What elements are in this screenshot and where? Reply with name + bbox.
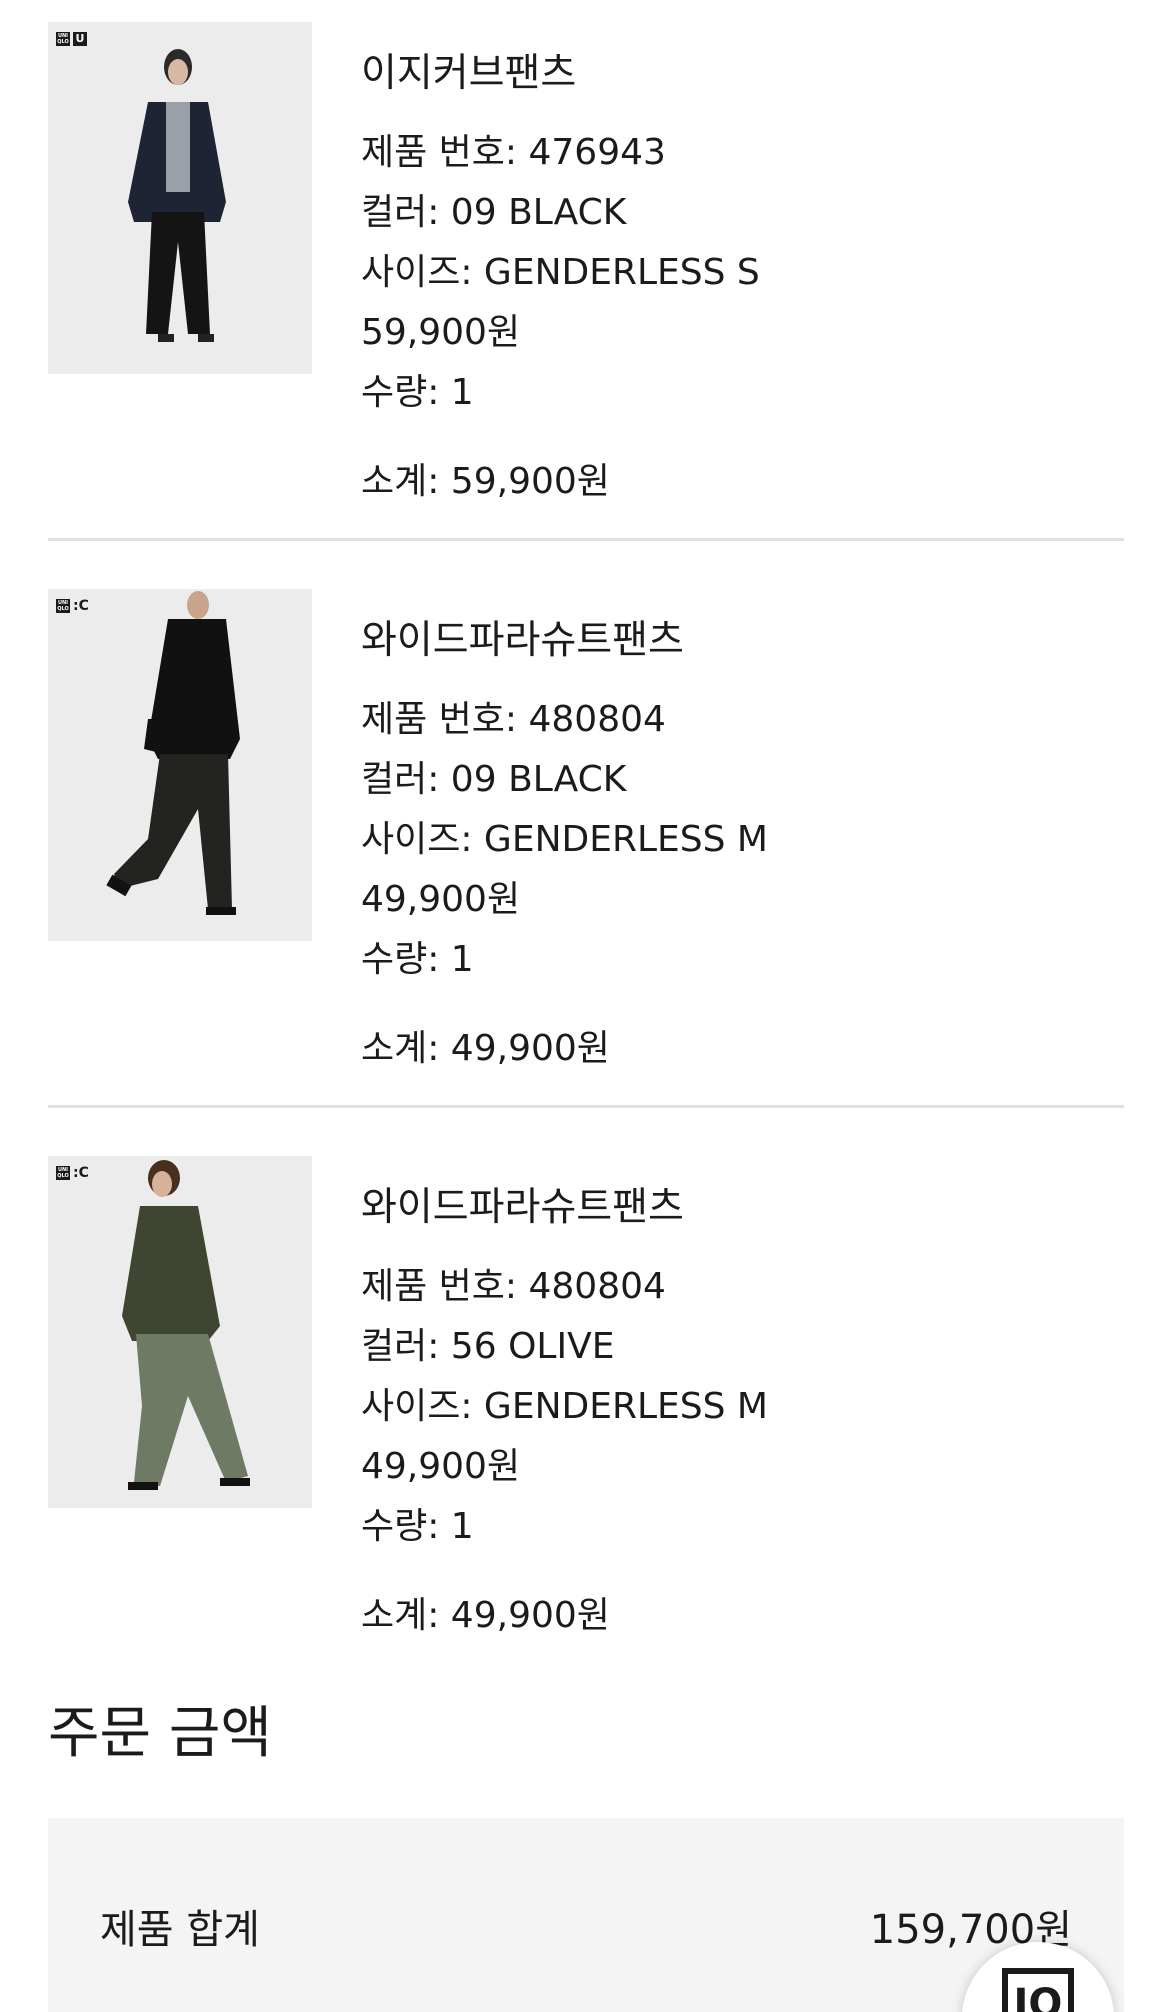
product-size: 사이즈: GENDERLESS M: [361, 819, 768, 860]
product-name[interactable]: 이지커브팬츠: [361, 54, 576, 94]
product-name[interactable]: 와이드파라슈트팬츠: [361, 621, 684, 661]
product-number: 제품 번호: 480804: [361, 1266, 666, 1307]
product-price: 59,900원: [361, 312, 521, 353]
product-image[interactable]: UNI QLO U: [48, 22, 312, 374]
logo-bottom: QLO: [57, 606, 69, 612]
chatbot-icon: IQ: [1002, 1968, 1074, 2012]
product-name[interactable]: 와이드파라슈트팬츠: [361, 1188, 684, 1228]
page: UNI QLO U 이지커브팬츠 제품 번호: 476943 컬러: 09 BL…: [0, 0, 1170, 2012]
uniqlo-logo-icon: UNI QLO: [56, 1166, 70, 1180]
cart-item: UNI QLO :C 와이드파라슈트팬츠 제품 번호: 480804 컬러: 5…: [48, 1156, 1124, 1636]
uniqlo-logo-icon: UNI QLO: [56, 32, 70, 46]
product-size: 사이즈: GENDERLESS M: [361, 1386, 768, 1427]
product-color: 컬러: 09 BLACK: [361, 192, 627, 233]
uniqlo-logo-icon: UNI QLO: [56, 599, 70, 613]
order-summary-title: 주문 금액: [48, 1701, 272, 1766]
brand-badge: UNI QLO U: [56, 32, 87, 46]
logo-bottom: QLO: [57, 1173, 69, 1179]
product-size: 사이즈: GENDERLESS S: [361, 252, 760, 293]
product-image[interactable]: UNI QLO :C: [48, 1156, 312, 1508]
product-price: 49,900원: [361, 879, 521, 920]
order-summary-box: 제품 합계 159,700원: [48, 1818, 1124, 2012]
product-color: 컬러: 56 OLIVE: [361, 1326, 615, 1367]
sub-brand-label: :C: [73, 598, 89, 614]
cart-item: UNI QLO U 이지커브팬츠 제품 번호: 476943 컬러: 09 BL…: [48, 22, 1124, 502]
divider: [48, 1105, 1124, 1108]
product-price: 49,900원: [361, 1446, 521, 1487]
divider: [48, 538, 1124, 541]
sub-brand-label: U: [73, 32, 87, 46]
brand-badge: UNI QLO :C: [56, 599, 89, 613]
sub-brand-label: :C: [73, 1165, 89, 1181]
product-subtotal: 소계: 49,900원: [361, 1595, 610, 1636]
product-number: 제품 번호: 476943: [361, 132, 666, 173]
product-quantity: 수량: 1: [361, 939, 474, 980]
product-number: 제품 번호: 480804: [361, 699, 666, 740]
product-subtotal: 소계: 49,900원: [361, 1028, 610, 1069]
product-color: 컬러: 09 BLACK: [361, 759, 627, 800]
brand-badge: UNI QLO :C: [56, 1166, 89, 1180]
product-quantity: 수량: 1: [361, 1506, 474, 1547]
product-quantity: 수량: 1: [361, 372, 474, 413]
logo-bottom: QLO: [57, 39, 69, 45]
product-total-label: 제품 합계: [100, 1907, 260, 1953]
product-subtotal: 소계: 59,900원: [361, 461, 610, 502]
cart-item: UNI QLO :C 와이드파라슈트팬츠 제품 번호: 480804 컬러: 0…: [48, 589, 1124, 1069]
product-image[interactable]: UNI QLO :C: [48, 589, 312, 941]
